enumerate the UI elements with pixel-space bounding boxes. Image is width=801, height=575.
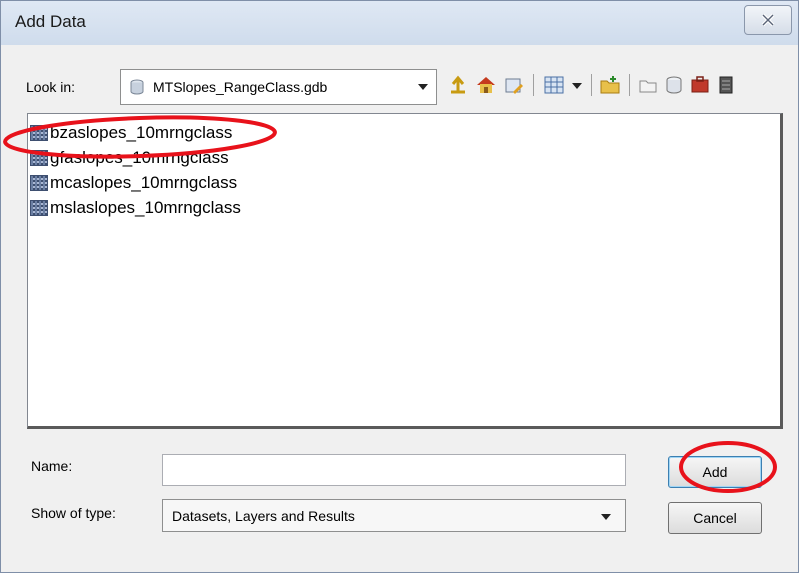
chevron-down-icon [601,514,611,520]
up-one-level-icon[interactable] [447,74,469,96]
new-folder-icon[interactable] [599,74,621,96]
look-in-label: Look in: [26,79,76,95]
list-item-label: gfaslopes_10mrngclass [50,148,229,167]
list-item[interactable]: bzaslopes_10mrngclass [30,121,232,145]
toolbox-icon[interactable] [689,74,711,96]
raster-icon [30,200,48,216]
close-icon [761,13,775,27]
list-item[interactable]: mcaslopes_10mrngclass [30,171,237,195]
catalog-icon[interactable] [637,74,659,96]
cancel-button[interactable]: Cancel [668,502,762,534]
list-item-label: mcaslopes_10mrngclass [50,173,238,192]
look-in-value: MTSlopes_RangeClass.gdb [153,79,328,95]
list-item-label: mslaslopes_10mrngclass [50,198,241,217]
add-data-dialog: Add Data Look in: MTSlopes_RangeClass.gd… [0,0,799,573]
show-of-type-value: Datasets, Layers and Results [172,508,355,524]
view-list-icon[interactable] [543,74,565,96]
raster-icon [30,125,48,141]
show-of-type-dropdown[interactable]: Datasets, Layers and Results [162,499,626,532]
chevron-down-icon [418,84,428,90]
connect-folder-icon[interactable] [503,74,525,96]
look-in-dropdown[interactable]: MTSlopes_RangeClass.gdb [120,69,437,105]
raster-icon [30,150,48,166]
database-icon [130,79,144,95]
name-input[interactable] [162,454,626,486]
geodatabase-icon[interactable] [663,74,685,96]
navigation-toolbar [439,71,779,101]
dialog-title: Add Data [15,12,86,31]
add-button[interactable]: Add [668,456,762,488]
view-dropdown-icon[interactable] [567,74,589,96]
title-bar[interactable]: Add Data [1,1,798,45]
close-button[interactable] [744,5,792,35]
home-icon[interactable] [475,74,497,96]
list-item[interactable]: gfaslopes_10mrngclass [30,146,229,170]
name-label: Name: [31,458,73,474]
server-icon[interactable] [715,74,737,96]
list-item-label: bzaslopes_10mrngclass [50,123,233,142]
show-of-type-label: Show of type: [31,505,116,521]
list-item[interactable]: mslaslopes_10mrngclass [30,196,241,220]
dialog-body: Look in: MTSlopes_RangeClass.gdb bzaslop… [9,47,790,566]
raster-icon [30,175,48,191]
file-list[interactable]: bzaslopes_10mrngclass gfaslopes_10mrngcl… [27,113,783,429]
